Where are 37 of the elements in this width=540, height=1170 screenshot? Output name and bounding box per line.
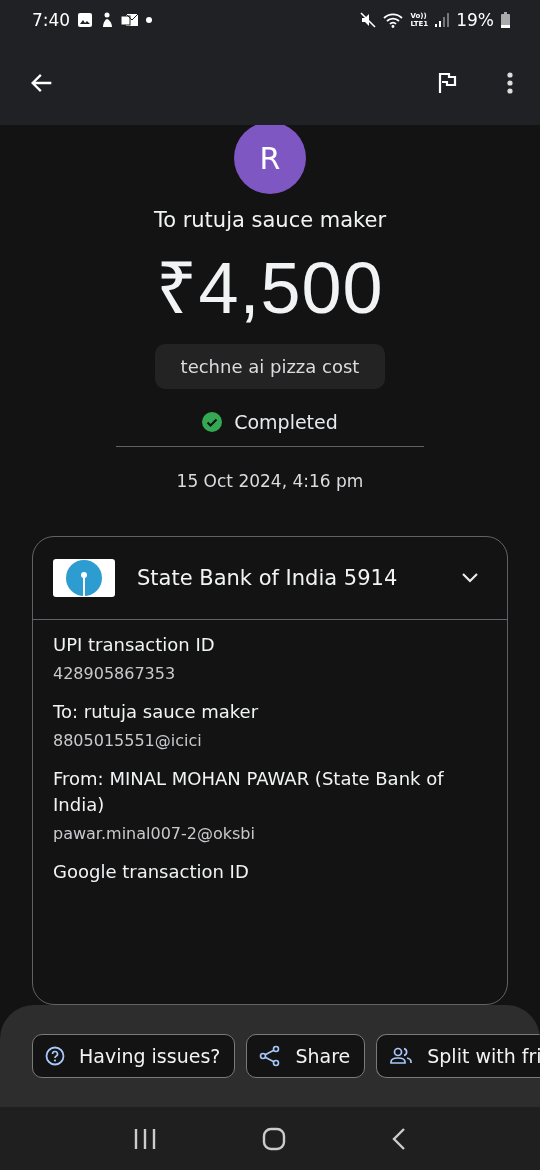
detail-label: From: MINAL MOHAN PAWAR (State Bank of India) bbox=[53, 767, 445, 817]
action-button[interactable]: Split with fri bbox=[376, 1034, 540, 1078]
dot-icon bbox=[146, 17, 153, 23]
bank-logo-icon bbox=[53, 559, 115, 597]
clock-time: 7:40 bbox=[32, 10, 71, 30]
detail-value: 8805015551@icici bbox=[53, 731, 203, 750]
more-vert-icon bbox=[506, 70, 514, 95]
action-button[interactable]: Share bbox=[246, 1034, 366, 1078]
battery-percent: 19% bbox=[456, 10, 494, 30]
detail-value: pawar.minal007-2@oksbi bbox=[53, 824, 256, 843]
avatar: R bbox=[234, 125, 306, 194]
recipient-name: To rutuja sauce maker bbox=[153, 208, 387, 232]
detail-label: To: rutuja sauce maker bbox=[53, 700, 260, 724]
detail-label: UPI transaction ID bbox=[53, 633, 216, 657]
check-circle-icon bbox=[202, 412, 223, 432]
flag-icon bbox=[436, 70, 458, 95]
status-text: Completed bbox=[234, 411, 338, 433]
detail-label: Google transaction ID bbox=[53, 860, 250, 884]
signal-icon bbox=[435, 13, 450, 27]
detail-value: 428905867353 bbox=[53, 664, 177, 683]
home-icon bbox=[262, 1126, 286, 1151]
image-icon bbox=[77, 12, 94, 28]
bank-account-name: State Bank of India 5914 bbox=[137, 566, 399, 590]
mute-icon bbox=[360, 12, 377, 28]
amount: ₹4,500 bbox=[156, 247, 384, 330]
wifi-icon bbox=[383, 12, 404, 28]
figure-icon bbox=[100, 12, 115, 28]
payment-note: techne ai pizza cost bbox=[154, 344, 386, 389]
back-chevron-icon bbox=[391, 1126, 408, 1151]
help-icon bbox=[45, 1046, 65, 1066]
share-icon bbox=[259, 1045, 282, 1067]
battery-icon bbox=[501, 12, 510, 28]
action-button[interactable]: Having issues? bbox=[32, 1034, 236, 1078]
recents-icon bbox=[132, 1127, 157, 1150]
payment-date: 15 Oct 2024, 4:16 pm bbox=[176, 471, 364, 491]
mail-icon bbox=[121, 13, 140, 27]
people-icon bbox=[389, 1047, 414, 1065]
